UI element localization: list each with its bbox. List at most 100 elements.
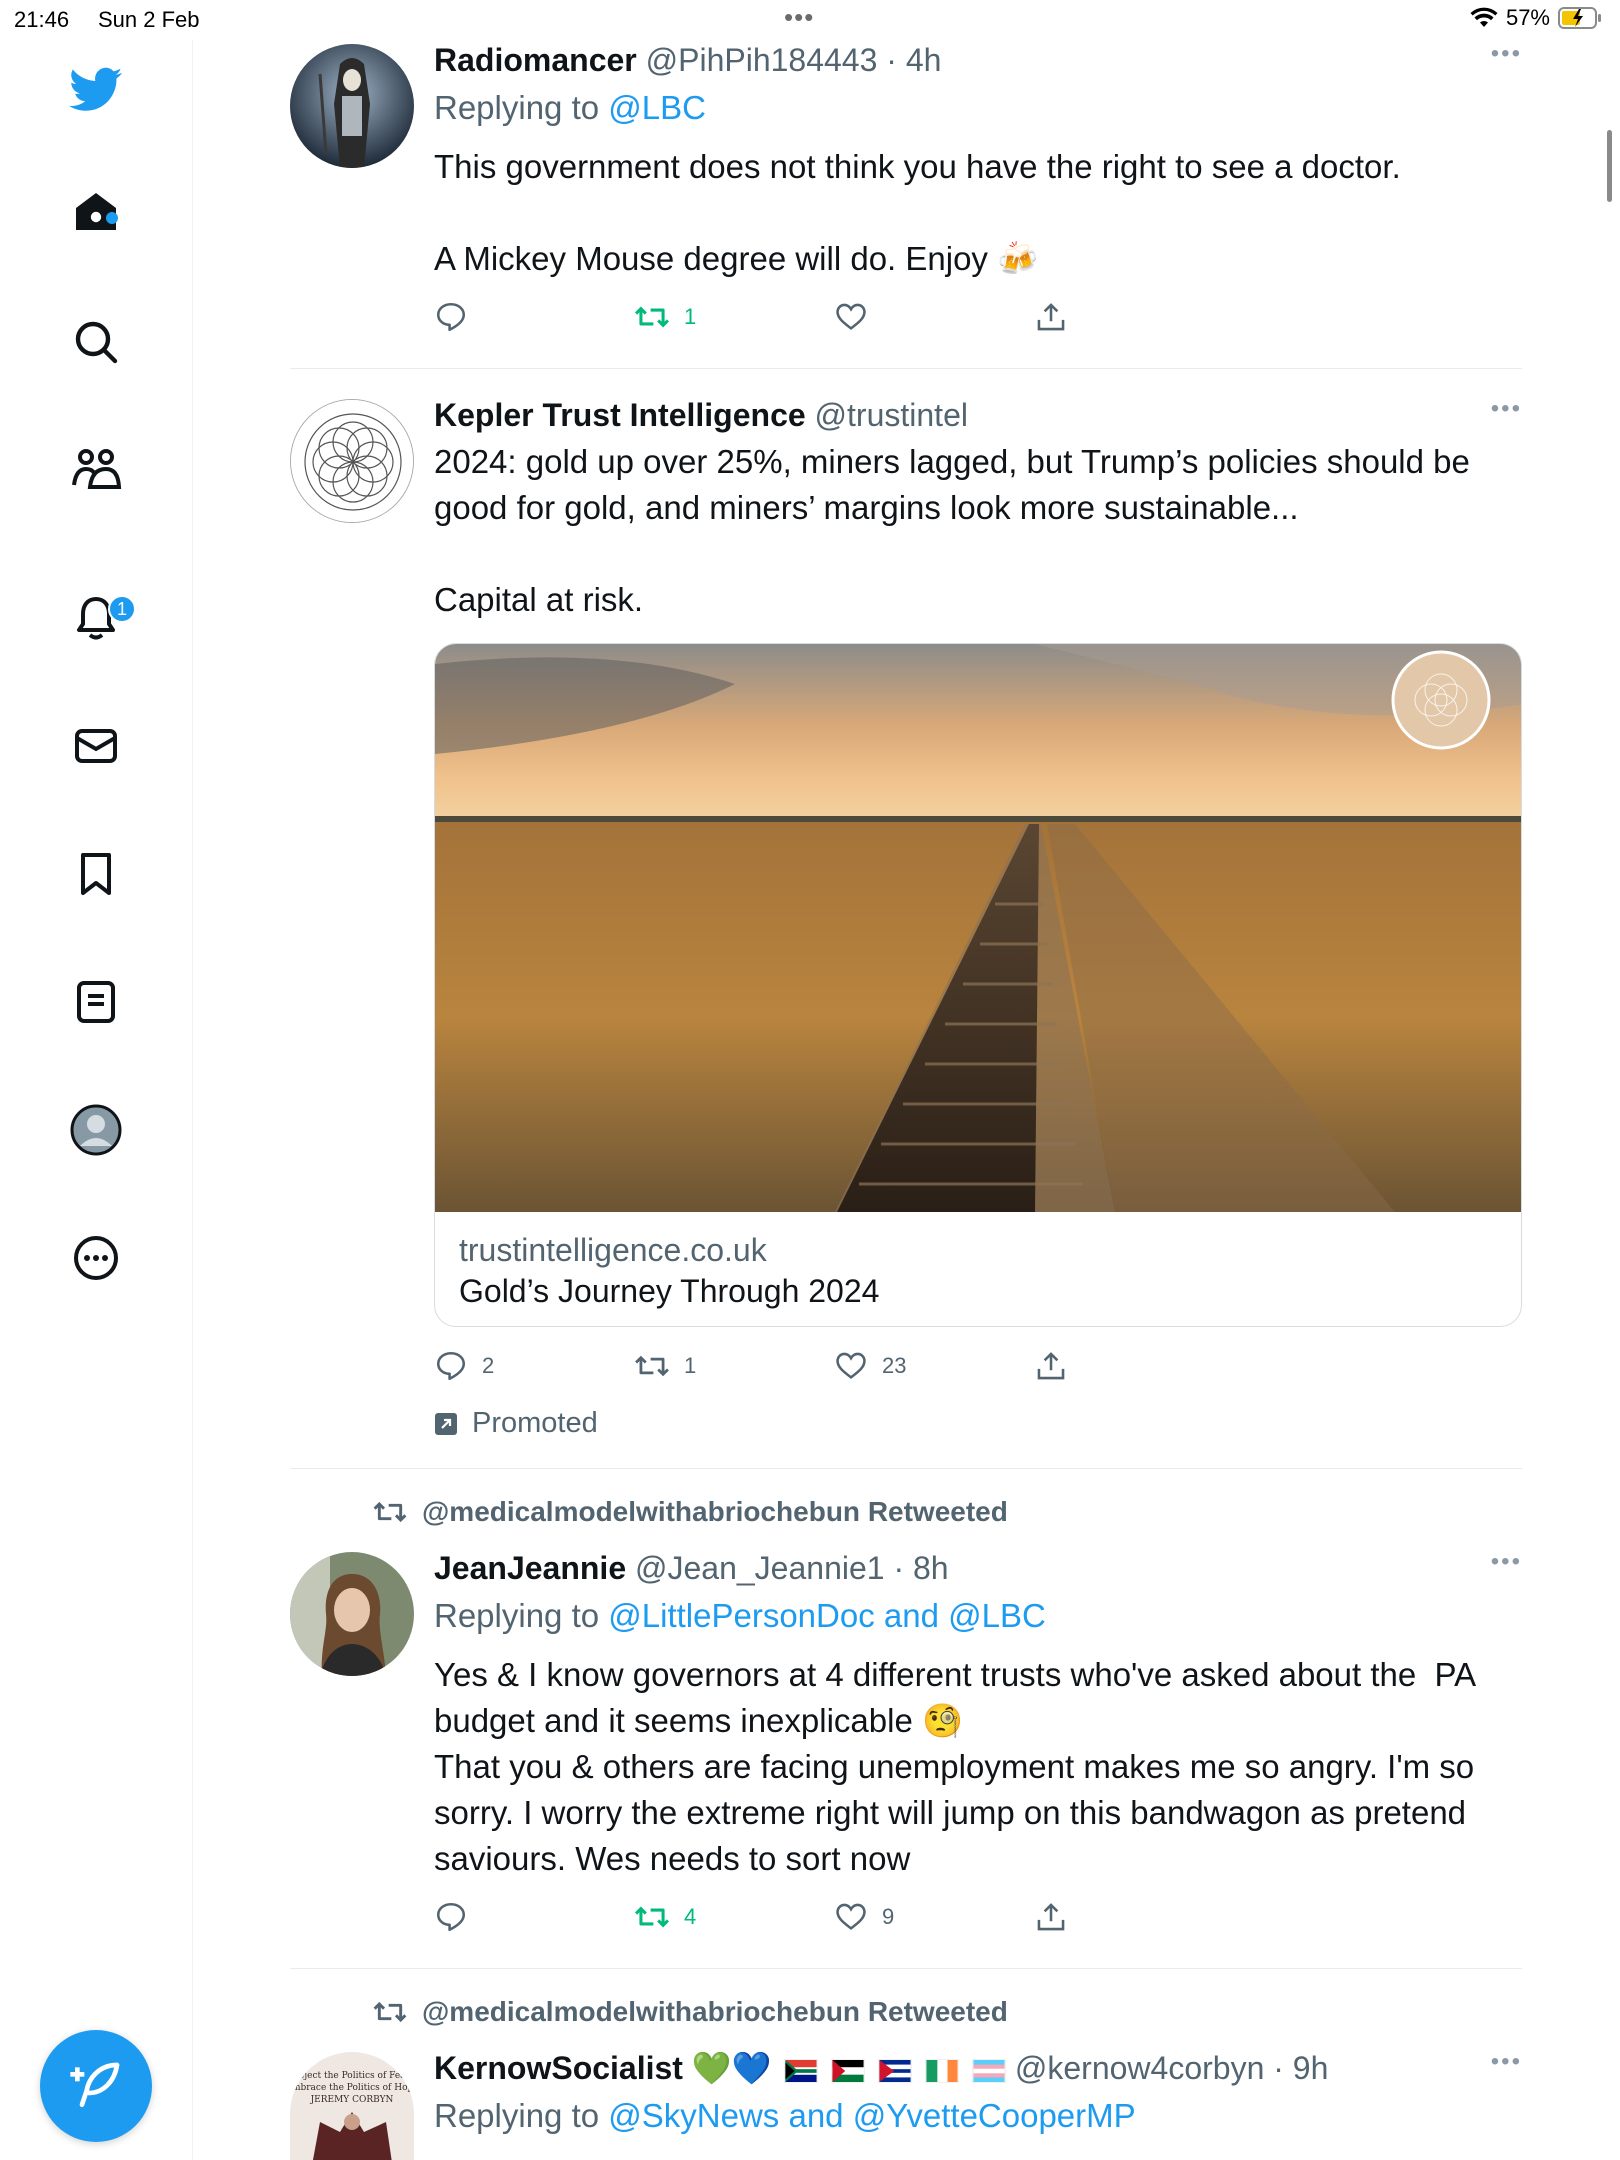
avatar[interactable]: Reject the Politics of Fear, Embrace the … [290, 2052, 414, 2160]
retweeted-by-label: @medicalmodelwithabriochebun Retweeted [422, 1996, 1008, 2027]
profile-avatar-icon[interactable] [66, 1100, 126, 1160]
reply-to-link[interactable]: @LBC [608, 89, 706, 126]
cuba-flag-icon [878, 2058, 913, 2083]
ireland-flag-icon [925, 2058, 960, 2083]
reply-button[interactable]: 2 [434, 1349, 494, 1383]
author-handle[interactable]: @kernow4corbyn · 9h [1015, 2050, 1329, 2086]
tweet-divider [290, 368, 1522, 369]
heart-icon [836, 1352, 866, 1379]
like-count: 9 [882, 1904, 895, 1929]
retweet-button[interactable]: 4 [634, 1900, 696, 1934]
retweet-button[interactable]: 1 [634, 300, 696, 334]
share-button[interactable] [1034, 1900, 1068, 1934]
more-options-icon[interactable]: ••• [1491, 40, 1522, 68]
more-options-icon[interactable]: ••• [1491, 2048, 1522, 2076]
tweet-content: JeanJeannie @Jean_Jeannie1 · 8h ••• Repl… [434, 1548, 1522, 1940]
home-unread-dot [106, 212, 118, 224]
home-icon[interactable] [66, 182, 126, 242]
tweet-header: JeanJeannie @Jean_Jeannie1 · 8h [434, 1548, 1522, 1588]
author-handle[interactable]: @PihPih184443 · 4h [646, 42, 942, 78]
card-domain: trustintelligence.co.uk [459, 1232, 767, 1268]
retweet-button[interactable]: 1 [634, 1349, 696, 1383]
more-options-icon[interactable]: ••• [1491, 1548, 1522, 1576]
reply-icon [436, 1902, 466, 1932]
search-icon[interactable] [66, 312, 126, 372]
wifi-icon [1470, 7, 1498, 29]
reply-button[interactable] [434, 1900, 482, 1934]
battery-percent: 57% [1505, 5, 1550, 30]
retweet-icon [634, 306, 670, 328]
communities-icon[interactable] [66, 439, 126, 499]
tweet-header: Kepler Trust Intelligence @trustintel [434, 395, 1522, 435]
like-button[interactable] [834, 300, 882, 334]
svg-text:JEREMY CORBYN: JEREMY CORBYN [310, 2095, 394, 2105]
author-name[interactable]: JeanJeannie [434, 1550, 626, 1586]
tweet-actions: 2 1 23 [434, 1349, 1522, 1389]
like-button[interactable]: 9 [834, 1900, 894, 1934]
bookmark-icon[interactable] [66, 844, 126, 904]
share-button[interactable] [1034, 300, 1068, 334]
retweeted-by[interactable]: @medicalmodelwithabriochebun Retweeted [372, 1996, 1008, 2028]
card-image[interactable] [435, 644, 1522, 1212]
compose-tweet-button[interactable] [40, 2030, 152, 2142]
more-circle-icon[interactable] [66, 1228, 126, 1288]
like-button[interactable]: 23 [834, 1349, 906, 1383]
card-logo-icon [1391, 650, 1491, 750]
tweet-divider [290, 1468, 1522, 1469]
flag-icons [780, 2050, 1014, 2086]
promoted-label: Promoted [434, 1407, 1522, 1440]
share-icon [1037, 1903, 1065, 1931]
tweet-content: KernowSocialist 💚💙 @kernow4corbyn · 9h •… [434, 2048, 1522, 2138]
card-title: Gold’s Journey Through 2024 [459, 1273, 880, 1309]
multitasking-dots[interactable]: ••• [784, 2, 814, 33]
author-name[interactable]: Kepler Trust Intelligence [434, 397, 806, 433]
tweet-text: This government does not think you have … [434, 148, 1401, 277]
notification-count-badge: 1 [108, 595, 136, 623]
share-icon [1037, 1352, 1065, 1380]
replying-to: Replying to @LBC [434, 86, 1522, 130]
svg-text:Reject the Politics of Fear,: Reject the Politics of Fear, [292, 2071, 411, 2081]
reply-icon [436, 1351, 466, 1381]
heart-icon [836, 1903, 866, 1930]
status-bar: 21:46 Sun 2 Feb ••• 57% [0, 0, 1620, 40]
tweet-header: KernowSocialist 💚💙 @kernow4corbyn · 9h [434, 2048, 1522, 2088]
avatar[interactable] [290, 1552, 414, 1676]
retweet-icon [635, 1355, 669, 1377]
reply-button[interactable] [434, 300, 482, 334]
battery-charging-icon [1558, 6, 1602, 30]
lists-icon[interactable] [66, 972, 126, 1032]
promoted-icon [435, 1412, 457, 1435]
replying-to-label: Replying to [434, 2097, 609, 2134]
retweet-icon [373, 1501, 407, 1523]
reply-count: 2 [482, 1353, 495, 1378]
author-name[interactable]: KernowSocialist 💚💙 [434, 2050, 772, 2086]
reply-to-link[interactable]: @SkyNews and @YvetteCooperMP [608, 2097, 1135, 2134]
author-handle[interactable]: @Jean_Jeannie1 · 8h [635, 1550, 949, 1586]
retweet-count: 1 [684, 304, 697, 329]
compose-feather-icon [70, 2062, 120, 2107]
more-options-icon[interactable]: ••• [1491, 395, 1522, 423]
retweeted-by[interactable]: @medicalmodelwithabriochebun Retweeted [372, 1496, 1008, 1528]
tweet-content: Kepler Trust Intelligence @trustintel ••… [434, 395, 1522, 1440]
author-handle[interactable]: @trustintel [815, 397, 968, 433]
share-icon [1037, 303, 1065, 331]
replying-to: Replying to @LittlePersonDoc and @LBC [434, 1594, 1522, 1638]
south-africa-flag-icon [784, 2058, 819, 2083]
scrollbar[interactable] [1607, 130, 1612, 202]
retweet-count: 1 [684, 1353, 697, 1378]
reply-icon [436, 302, 466, 332]
reply-to-link[interactable]: @LittlePersonDoc and @LBC [608, 1597, 1046, 1634]
retweet-icon [373, 2001, 407, 2023]
twitter-logo-icon[interactable] [66, 60, 126, 120]
author-name[interactable]: Radiomancer [434, 42, 637, 78]
share-button[interactable] [1034, 1349, 1068, 1383]
replying-to-label: Replying to [434, 89, 609, 126]
mail-icon[interactable] [66, 716, 126, 776]
link-card[interactable]: trustintelligence.co.uk Gold’s Journey T… [434, 643, 1522, 1327]
tweet-text: 2024: gold up over 25%, miners lagged, b… [434, 443, 1470, 618]
avatar[interactable] [290, 399, 414, 523]
avatar[interactable] [290, 44, 414, 168]
tweet-header: Radiomancer @PihPih184443 · 4h [434, 40, 1522, 80]
tweet-divider [290, 1968, 1522, 1969]
retweet-icon [634, 1906, 670, 1928]
